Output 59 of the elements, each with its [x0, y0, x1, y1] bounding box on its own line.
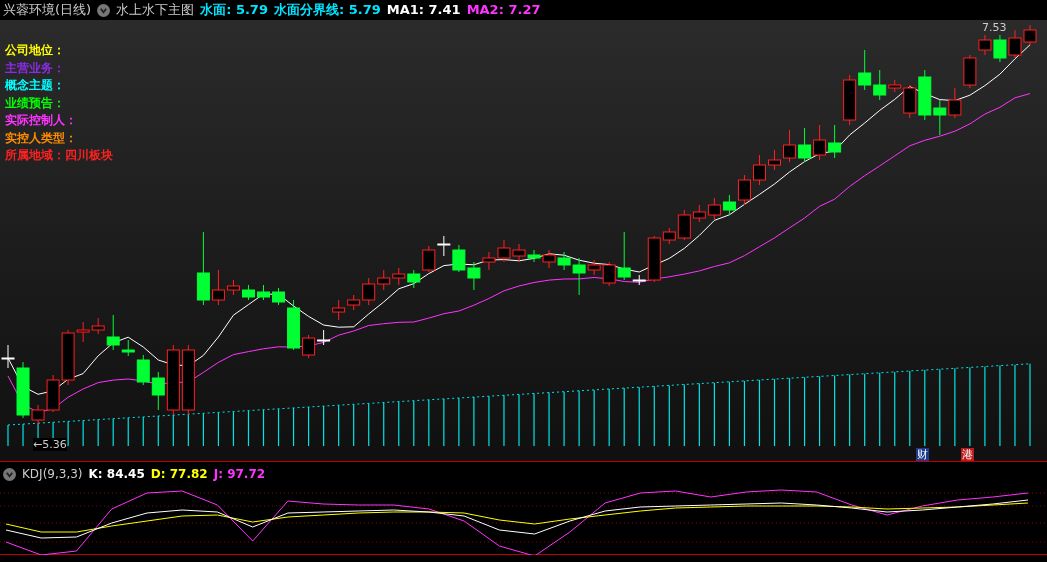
candlestick — [377, 269, 391, 291]
info-line: 实际控制人： — [5, 112, 78, 129]
indicator-reading: K: 84.45 — [88, 466, 145, 483]
volume-bar — [758, 379, 761, 447]
candlestick — [768, 149, 781, 171]
candlestick — [422, 245, 436, 273]
candlestick — [512, 243, 526, 263]
candlestick — [707, 197, 721, 221]
candlestick — [332, 299, 346, 321]
dropdown-icon[interactable] — [3, 467, 16, 481]
indicator-reading: MA1: 7.41 — [386, 2, 461, 18]
volume-bar — [803, 376, 806, 447]
indicator-reading: MA2: 7.27 — [466, 2, 541, 18]
candlestick — [1008, 29, 1022, 59]
candlestick — [933, 99, 947, 136]
volume-bar — [277, 408, 280, 447]
info-line: 主营业务： — [5, 59, 66, 77]
indicator-reading: D: 77.82 — [150, 466, 208, 483]
info-line: 实控人类型： — [5, 129, 78, 147]
candlestick — [527, 249, 541, 263]
candlestick — [798, 127, 812, 163]
candlestick — [392, 267, 406, 286]
volume-bar — [232, 410, 235, 447]
info-line: 业绩预告： — [5, 94, 66, 112]
low-price-label: ←5.36 — [33, 438, 67, 451]
volume-bar — [773, 378, 776, 447]
candlestick — [858, 49, 872, 91]
candlestick — [452, 244, 466, 273]
indicator-reading: 水面分界线: 5.79 — [273, 2, 381, 18]
indicator-name[interactable]: 水上水下主图 — [116, 0, 195, 20]
candlestick — [497, 239, 511, 263]
candlestick — [241, 284, 255, 301]
info-line: 概念主题： — [5, 77, 66, 94]
volume-bar — [743, 380, 746, 447]
event-badge[interactable]: 港 — [961, 448, 974, 461]
candlestick — [783, 129, 797, 163]
candlestick — [948, 87, 962, 119]
candlestick — [407, 269, 421, 289]
candlestick — [1023, 24, 1037, 46]
candlestick — [993, 34, 1007, 63]
candlestick — [437, 235, 451, 257]
indicator-reading: J: 97.72 — [213, 466, 266, 483]
info-line: 所属地域：四川板块 — [5, 147, 113, 164]
event-badge[interactable]: 财 — [916, 448, 929, 461]
info-line: 公司地位： — [5, 42, 66, 59]
candlestick — [813, 124, 827, 161]
candlestick — [752, 154, 766, 186]
volume-bar — [262, 409, 265, 447]
candlestick — [257, 284, 270, 301]
indicator-reading: 水面: 5.79 — [200, 2, 268, 18]
volume-bar — [292, 407, 295, 447]
candlestick — [181, 344, 195, 416]
volume-bar — [788, 377, 791, 447]
candlestick — [542, 249, 556, 269]
dropdown-icon[interactable] — [97, 3, 111, 17]
high-price-label: 7.53 — [982, 20, 1007, 36]
stock-title: 兴蓉环境(日线) — [3, 1, 92, 20]
indicator-name[interactable]: KDJ(9,3,3) — [22, 465, 83, 483]
volume-bar — [247, 410, 250, 447]
